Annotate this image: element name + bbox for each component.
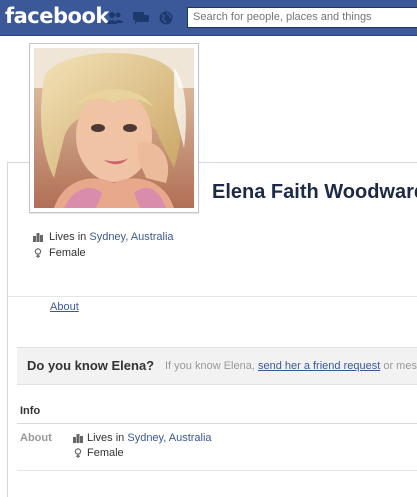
send-friend-request-link[interactable]: send her a friend request bbox=[258, 360, 380, 372]
info-bottom-divider bbox=[17, 470, 417, 471]
do-you-know-title: Do you know Elena? bbox=[27, 358, 155, 373]
do-you-know-box: Do you know Elena? If you know Elena, se… bbox=[17, 347, 417, 385]
gender-value: Female bbox=[49, 247, 86, 259]
do-you-know-text: If you know Elena, send her a friend req… bbox=[165, 360, 417, 372]
top-navigation-bar: facebook bbox=[0, 0, 417, 36]
gender-icon bbox=[33, 248, 43, 258]
do-you-know-prefix: If you know Elena, bbox=[165, 360, 255, 372]
do-you-know-suffix: or mes bbox=[383, 360, 417, 372]
gender-fact: Female bbox=[33, 247, 86, 259]
search-input[interactable] bbox=[193, 11, 412, 23]
info-city-link[interactable]: Sydney, Australia bbox=[127, 432, 211, 444]
info-gender: Female bbox=[73, 447, 124, 459]
tab-about[interactable]: About bbox=[50, 301, 79, 313]
info-heading: Info bbox=[20, 405, 41, 417]
city-icon bbox=[73, 433, 83, 443]
profile-photo-image bbox=[34, 48, 194, 208]
profile-picture[interactable] bbox=[29, 43, 199, 213]
info-about-label: About bbox=[20, 432, 52, 444]
friend-requests-icon[interactable] bbox=[107, 11, 123, 25]
info-divider bbox=[17, 423, 417, 424]
info-gender-value: Female bbox=[87, 447, 124, 459]
city-link[interactable]: Sydney, Australia bbox=[89, 231, 173, 243]
gender-icon bbox=[73, 448, 83, 458]
notifications-icon[interactable] bbox=[158, 11, 174, 25]
info-lives-in-label: Lives in bbox=[87, 432, 125, 444]
city-icon bbox=[33, 232, 43, 242]
section-divider bbox=[8, 296, 417, 297]
profile-name[interactable]: Elena Faith Woodward bbox=[212, 181, 417, 204]
facebook-logo[interactable]: facebook bbox=[5, 4, 109, 28]
info-lives-in: Lives in Sydney, Australia bbox=[73, 432, 212, 444]
messages-icon[interactable] bbox=[133, 11, 149, 25]
search-box[interactable] bbox=[187, 7, 417, 28]
lives-in-label: Lives in bbox=[49, 231, 87, 243]
profile-photo bbox=[34, 48, 194, 208]
lives-in-fact: Lives in Sydney, Australia bbox=[33, 231, 174, 243]
